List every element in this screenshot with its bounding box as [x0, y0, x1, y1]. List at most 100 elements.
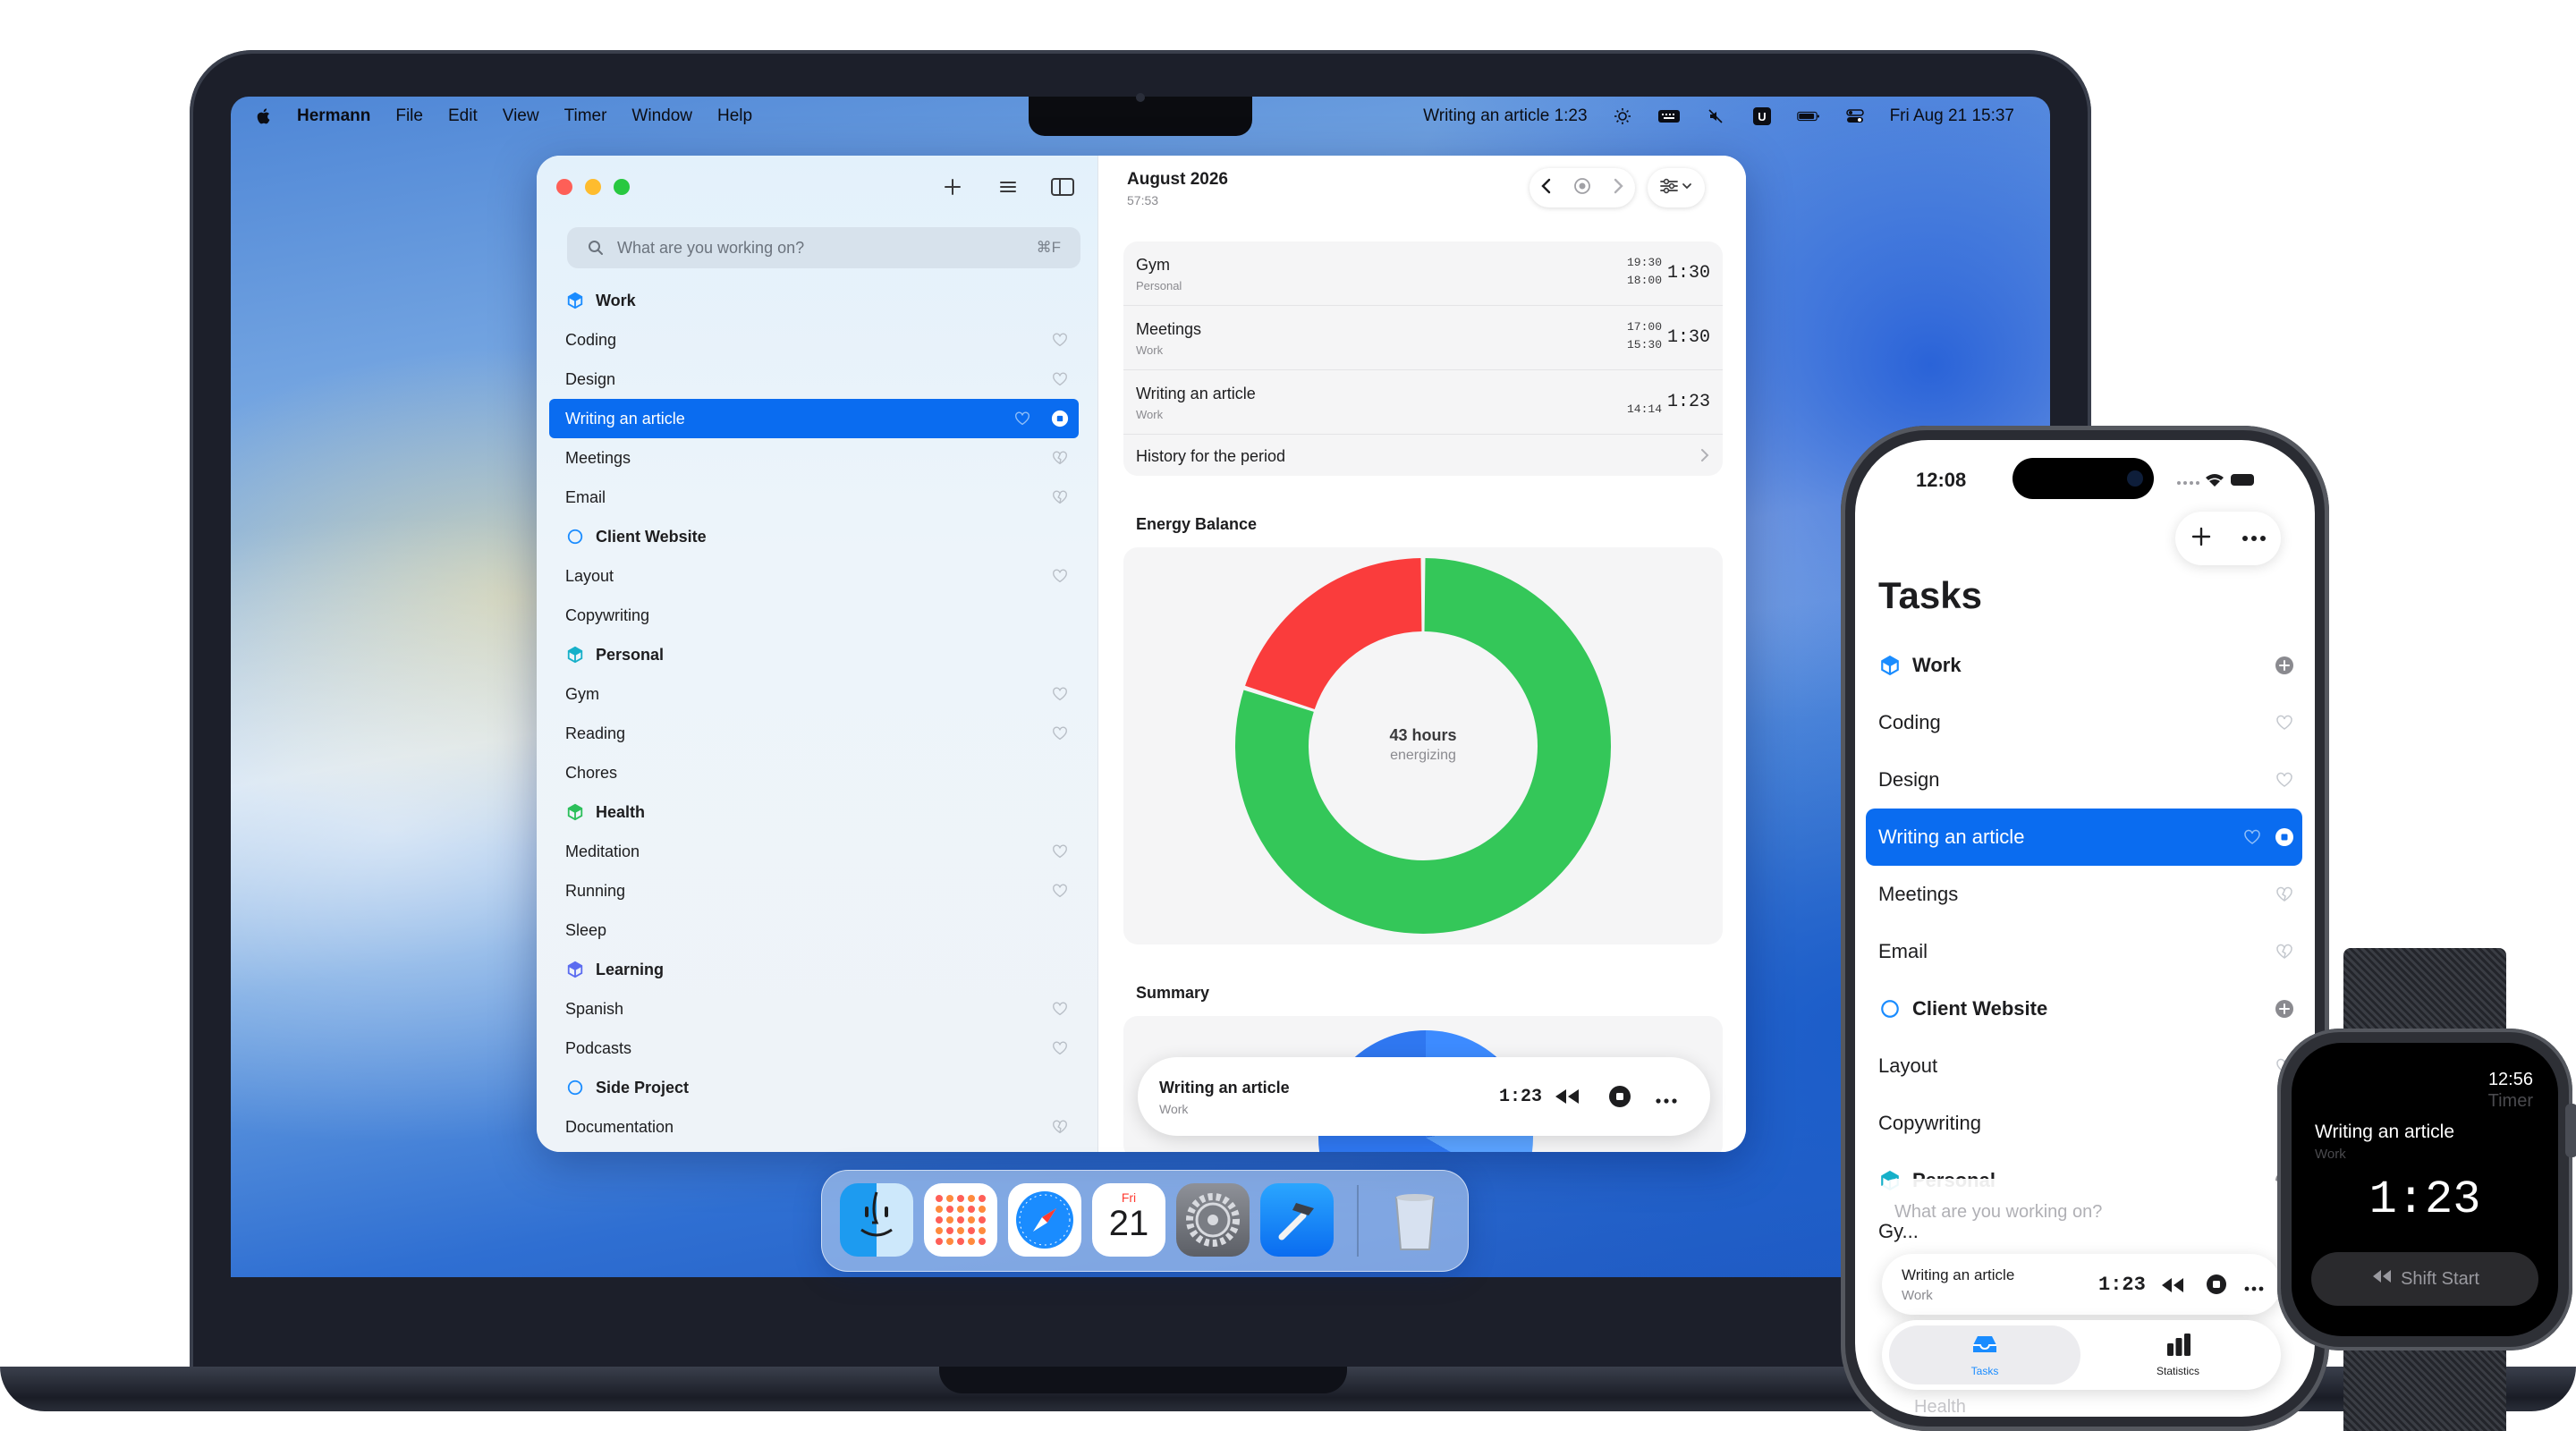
stop-icon[interactable] — [2206, 1274, 2227, 1300]
heart-icon[interactable] — [1013, 409, 1032, 428]
rewind-icon[interactable] — [2159, 1275, 2186, 1300]
system-settings-icon[interactable] — [1176, 1183, 1250, 1257]
plus-circle-icon[interactable] — [2274, 655, 2295, 676]
menubar-timer-status[interactable]: Writing an article 1:23 — [1423, 106, 1587, 126]
xcode-hammer-icon[interactable] — [1260, 1183, 1334, 1257]
calendar-icon[interactable]: Fri 21 — [1092, 1183, 1165, 1257]
mute-icon[interactable] — [1704, 107, 1727, 125]
phone-group-row[interactable]: Client Website — [1866, 980, 2302, 1037]
sidebar-group[interactable]: Learning — [549, 950, 1079, 989]
more-icon[interactable] — [2243, 1281, 2265, 1297]
heart-icon[interactable] — [2274, 769, 2295, 791]
toggle-sidebar-button[interactable] — [1050, 175, 1075, 199]
menu-app-name[interactable]: Hermann — [297, 106, 370, 126]
chevron-left-icon[interactable] — [1539, 176, 1554, 200]
history-row[interactable]: Gym Personal 19:30 18:00 1:30 — [1123, 241, 1723, 306]
phone-task-row[interactable]: Coding — [1866, 694, 2302, 751]
battery-icon[interactable] — [1796, 107, 1820, 125]
menu-file[interactable]: File — [395, 106, 423, 126]
sidebar-group[interactable]: Health — [549, 792, 1079, 832]
menu-timer[interactable]: Timer — [564, 106, 607, 126]
history-row[interactable]: Writing an article Work 14:14 1:23 — [1123, 370, 1723, 435]
stop-icon[interactable] — [1050, 409, 1070, 428]
heart-icon[interactable] — [1050, 724, 1070, 743]
heart-icon[interactable] — [2274, 712, 2295, 733]
heart-icon[interactable] — [1050, 369, 1070, 389]
heart-broken-icon[interactable] — [2274, 941, 2295, 962]
chevron-right-icon[interactable] — [1699, 447, 1710, 468]
heart-broken-icon[interactable] — [1050, 1117, 1070, 1137]
heart-icon[interactable] — [1050, 881, 1070, 901]
search-field[interactable]: What are you working on? ⌘F — [567, 227, 1080, 268]
heart-broken-icon[interactable] — [1050, 448, 1070, 468]
zoom-window-button[interactable] — [614, 179, 630, 195]
current-period-icon[interactable] — [1572, 176, 1592, 200]
minimize-window-button[interactable] — [585, 179, 601, 195]
safari-icon[interactable] — [1008, 1183, 1081, 1257]
sidebar-task[interactable]: Chores — [549, 753, 1079, 792]
sidebar-task[interactable]: Coding — [549, 320, 1079, 360]
user-u-icon[interactable]: U — [1750, 107, 1774, 125]
sidebar-task[interactable]: Meditation — [549, 832, 1079, 871]
sidebar-task[interactable]: Podcasts — [549, 1029, 1079, 1068]
heart-icon[interactable] — [1050, 842, 1070, 861]
heart-icon[interactable] — [1050, 330, 1070, 350]
phone-search-input[interactable]: What are you working on? — [1894, 1202, 2102, 1223]
menu-window[interactable]: Window — [631, 106, 692, 126]
sidebar-group[interactable]: Personal — [549, 635, 1079, 674]
sidebar-task[interactable]: Sleep — [549, 910, 1079, 950]
plus-icon[interactable] — [2190, 525, 2213, 553]
sidebar-task[interactable]: Email — [549, 478, 1079, 517]
phone-task-row[interactable]: Email — [1866, 923, 2302, 980]
more-icon[interactable] — [1655, 1093, 1678, 1109]
brightness-icon[interactable] — [1611, 107, 1634, 125]
close-window-button[interactable] — [556, 179, 572, 195]
heart-icon[interactable] — [1050, 999, 1070, 1019]
now-playing-bar[interactable]: Writing an article Work 1:23 — [1138, 1057, 1710, 1136]
sidebar-task[interactable]: Design — [549, 360, 1079, 399]
menubar-clock[interactable]: Fri Aug 21 15:37 — [1890, 106, 2014, 126]
sidebar-group[interactable]: Work — [549, 281, 1079, 320]
launchpad-icon[interactable] — [924, 1183, 997, 1257]
filter-menu-button[interactable] — [1648, 168, 1705, 207]
sidebar-task[interactable]: Layout — [549, 556, 1079, 596]
history-link[interactable]: History for the period — [1136, 447, 1285, 466]
watch-shift-start-button[interactable]: Shift Start — [2311, 1252, 2538, 1306]
finder-icon[interactable] — [840, 1183, 913, 1257]
sidebar-group[interactable]: Client Website — [549, 517, 1079, 556]
phone-group-row[interactable]: Work — [1866, 637, 2302, 694]
phone-now-playing-bar[interactable]: Writing an article Work 1:23 — [1882, 1254, 2281, 1315]
heart-icon[interactable] — [2241, 826, 2263, 848]
sidebar-group[interactable]: Side Project — [549, 1068, 1079, 1107]
add-task-button[interactable] — [941, 175, 964, 199]
sidebar-task[interactable]: Meetings — [549, 438, 1079, 478]
history-row[interactable]: Meetings Work 17:00 15:30 1:30 — [1123, 306, 1723, 370]
heart-icon[interactable] — [1050, 566, 1070, 586]
menu-edit[interactable]: Edit — [448, 106, 478, 126]
stop-icon[interactable] — [2274, 826, 2295, 848]
tab-tasks[interactable]: Tasks — [1889, 1325, 2080, 1384]
sidebar-task[interactable]: Copywriting — [549, 596, 1079, 635]
phone-task-row[interactable]: Meetings — [1866, 866, 2302, 923]
heart-icon[interactable] — [1050, 684, 1070, 704]
sidebar-task[interactable]: Running — [549, 871, 1079, 910]
rewind-icon[interactable] — [1553, 1086, 1581, 1112]
apple-icon[interactable] — [254, 106, 274, 126]
control-center-icon[interactable] — [1843, 107, 1867, 125]
sidebar-task[interactable]: Gym — [549, 674, 1079, 714]
phone-task-row[interactable]: Copywriting — [1866, 1095, 2302, 1152]
plus-circle-icon[interactable] — [2274, 998, 2295, 1020]
trash-icon[interactable] — [1378, 1183, 1452, 1257]
tab-statistics[interactable]: Statistics — [2082, 1325, 2274, 1384]
phone-task-row[interactable]: Design — [1866, 751, 2302, 809]
heart-icon[interactable] — [1050, 1038, 1070, 1058]
keyboard-icon[interactable] — [1657, 107, 1681, 125]
heart-broken-icon[interactable] — [1050, 487, 1070, 507]
watch-crown[interactable] — [2565, 1104, 2576, 1157]
chevron-right-icon[interactable] — [1611, 176, 1625, 200]
heart-broken-icon[interactable] — [2274, 884, 2295, 905]
phone-task-row[interactable]: Writing an article — [1866, 809, 2302, 866]
stop-icon[interactable] — [1608, 1085, 1631, 1113]
menu-view[interactable]: View — [503, 106, 539, 126]
more-icon[interactable] — [2241, 530, 2267, 546]
